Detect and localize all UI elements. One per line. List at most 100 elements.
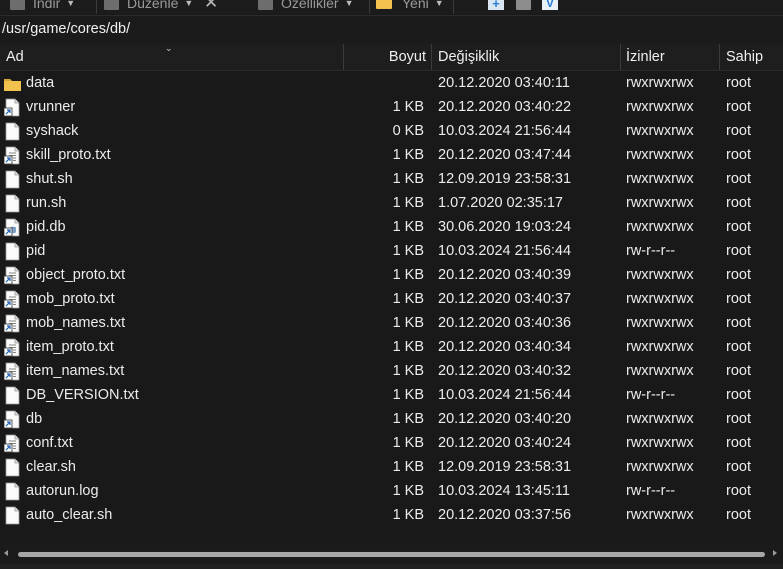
- file-row[interactable]: syshack 0 KB 10.03.2024 21:56:44 rwxrwxrwx r…: [0, 119, 783, 143]
- file-name[interactable]: clear.sh: [26, 455, 76, 479]
- file-modified: 20.12.2020 03:47:44: [438, 147, 572, 163]
- file-row[interactable]: item_proto.txt 1 KB 20.12.2020 03:40:34 rwx…: [0, 335, 783, 359]
- file-modified: 30.06.2020 19:03:24: [438, 219, 572, 235]
- file-name[interactable]: skill_proto.txt: [26, 143, 111, 167]
- checksum-button[interactable]: V: [542, 0, 558, 12]
- file-row[interactable]: run.sh 1 KB 1.07.2020 02:35:17 rwxrwxrwx roo…: [0, 191, 783, 215]
- file-name[interactable]: data: [26, 71, 54, 95]
- file-permissions: rwxrwxrwx: [626, 195, 694, 211]
- file-name[interactable]: auto_clear.sh: [26, 503, 112, 527]
- column-header-size[interactable]: Boyut: [344, 44, 426, 70]
- file-owner: root: [726, 339, 751, 355]
- square-button[interactable]: [516, 0, 531, 12]
- download-button[interactable]: İndir ▼: [10, 0, 75, 12]
- file-name[interactable]: mob_names.txt: [26, 311, 125, 335]
- symlink-text-file-icon: [3, 290, 21, 309]
- file-name[interactable]: pid.db: [26, 215, 66, 239]
- file-icon: [4, 458, 21, 477]
- file-name[interactable]: item_names.txt: [26, 359, 124, 383]
- file-modified: 20.12.2020 03:40:34: [438, 339, 572, 355]
- file-row[interactable]: conf.txt 1 KB 20.12.2020 03:40:24 rwxrwxrwx…: [0, 431, 783, 455]
- file-name[interactable]: run.sh: [26, 191, 66, 215]
- file-size: 1 KB: [392, 195, 424, 211]
- file-permissions: rwxrwxrwx: [626, 363, 694, 379]
- file-list: data 20.12.2020 03:40:11 rwxrwxrwx root vrun…: [0, 71, 783, 527]
- path-bar[interactable]: /usr/game/cores/db/: [0, 15, 783, 45]
- symlink-text-file-icon: [3, 362, 21, 381]
- file-row[interactable]: pid.db 1 KB 30.06.2020 19:03:24 rwxrwxrwx ro…: [0, 215, 783, 239]
- scroll-right-arrow-icon[interactable]: [773, 550, 777, 556]
- file-owner: root: [726, 219, 751, 235]
- file-row[interactable]: auto_clear.sh 1 KB 20.12.2020 03:37:56 rwxr…: [0, 503, 783, 527]
- file-size: 1 KB: [392, 99, 424, 115]
- file-name[interactable]: vrunner: [26, 95, 75, 119]
- symlink-text-file-icon: [3, 146, 21, 165]
- file-icon: [4, 194, 21, 213]
- file-row[interactable]: item_names.txt 1 KB 20.12.2020 03:40:32 rwx…: [0, 359, 783, 383]
- file-size: 1 KB: [392, 267, 424, 283]
- file-modified: 20.12.2020 03:40:32: [438, 363, 572, 379]
- file-size: 1 KB: [392, 339, 424, 355]
- delete-button[interactable]: ✕: [204, 0, 218, 12]
- file-row[interactable]: vrunner 1 KB 20.12.2020 03:40:22 rwxrwxrwx r…: [0, 95, 783, 119]
- file-name[interactable]: conf.txt: [26, 431, 73, 455]
- file-row[interactable]: mob_proto.txt 1 KB 20.12.2020 03:40:37 rwxr…: [0, 287, 783, 311]
- file-size: 1 KB: [392, 147, 424, 163]
- file-name[interactable]: autorun.log: [26, 479, 99, 503]
- file-name[interactable]: pid: [26, 239, 45, 263]
- file-name[interactable]: item_proto.txt: [26, 335, 114, 359]
- file-name[interactable]: object_proto.txt: [26, 263, 125, 287]
- file-row[interactable]: mob_names.txt 1 KB 20.12.2020 03:40:36 rwxr…: [0, 311, 783, 335]
- scroll-left-arrow-icon[interactable]: [4, 550, 8, 556]
- file-name[interactable]: mob_proto.txt: [26, 287, 115, 311]
- file-size: 1 KB: [392, 387, 424, 403]
- file-name[interactable]: db: [26, 407, 42, 431]
- chevron-down-icon: ▼: [344, 0, 354, 8]
- file-row[interactable]: clear.sh 1 KB 12.09.2019 23:58:31 rwxrwxrwx…: [0, 455, 783, 479]
- add-button[interactable]: +: [488, 0, 504, 12]
- file-modified: 20.12.2020 03:40:39: [438, 267, 572, 283]
- download-label: İndir: [33, 0, 61, 11]
- file-modified: 10.03.2024 21:56:44: [438, 123, 572, 139]
- toolbar: İndir ▼ Düzenle ▼ ✕ Özellikler ▼ Yeni ▼ …: [0, 0, 783, 14]
- file-row[interactable]: shut.sh 1 KB 12.09.2019 23:58:31 rwxrwxrwx r…: [0, 167, 783, 191]
- file-permissions: rw-r--r--: [626, 387, 676, 403]
- symlink-text-file-icon: [3, 434, 21, 453]
- file-row[interactable]: db 1 KB 20.12.2020 03:40:20 rwxrwxrwx root: [0, 407, 783, 431]
- new-label: Yeni: [402, 0, 429, 11]
- current-path[interactable]: /usr/game/cores/db/: [2, 21, 130, 37]
- edit-button[interactable]: Düzenle ▼: [104, 0, 193, 12]
- file-size: 1 KB: [392, 315, 424, 331]
- file-permissions: rwxrwxrwx: [626, 435, 694, 451]
- properties-icon: [258, 0, 273, 10]
- file-row[interactable]: pid 1 KB 10.03.2024 21:56:44 rw-r--r-- root: [0, 239, 783, 263]
- file-owner: root: [726, 483, 751, 499]
- file-name[interactable]: syshack: [26, 119, 78, 143]
- file-name[interactable]: shut.sh: [26, 167, 73, 191]
- file-modified: 20.12.2020 03:40:24: [438, 435, 572, 451]
- column-header-permissions[interactable]: İzinler: [626, 44, 665, 70]
- file-owner: root: [726, 363, 751, 379]
- file-name[interactable]: DB_VERSION.txt: [26, 383, 139, 407]
- file-row[interactable]: autorun.log 1 KB 10.03.2024 13:45:11 rw-r--…: [0, 479, 783, 503]
- file-owner: root: [726, 315, 751, 331]
- file-modified: 1.07.2020 02:35:17: [438, 195, 563, 211]
- file-owner: root: [726, 291, 751, 307]
- new-button[interactable]: Yeni ▼: [376, 0, 444, 12]
- file-owner: root: [726, 267, 751, 283]
- column-header-name[interactable]: Ad: [6, 44, 24, 70]
- file-icon: [4, 386, 21, 405]
- file-row[interactable]: DB_VERSION.txt 1 KB 10.03.2024 21:56:44 rw-…: [0, 383, 783, 407]
- file-modified: 10.03.2024 21:56:44: [438, 243, 572, 259]
- file-owner: root: [726, 387, 751, 403]
- column-header-owner[interactable]: Sahip: [726, 44, 763, 70]
- file-row[interactable]: data 20.12.2020 03:40:11 rwxrwxrwx root: [0, 71, 783, 95]
- file-modified: 20.12.2020 03:37:56: [438, 507, 572, 523]
- file-size: 1 KB: [392, 219, 424, 235]
- scrollbar-thumb[interactable]: [18, 552, 765, 557]
- column-header-modified[interactable]: Değişiklik: [438, 44, 499, 70]
- file-row[interactable]: skill_proto.txt 1 KB 20.12.2020 03:47:44 rw…: [0, 143, 783, 167]
- file-size: 1 KB: [392, 435, 424, 451]
- properties-button[interactable]: Özellikler ▼: [258, 0, 354, 12]
- file-row[interactable]: object_proto.txt 1 KB 20.12.2020 03:40:39 r…: [0, 263, 783, 287]
